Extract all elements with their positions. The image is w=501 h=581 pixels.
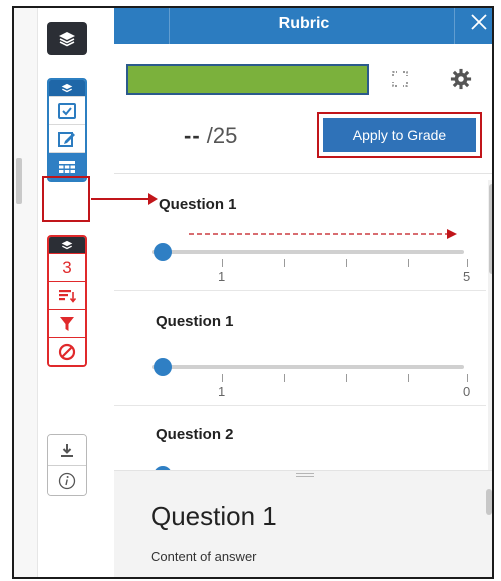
score-slider-track[interactable] xyxy=(152,250,464,254)
count-value: 3 xyxy=(62,257,72,277)
utility-tools-group xyxy=(47,434,87,496)
rubric-window: 3 Rubric -- /25 Apply to Grade Question … xyxy=(12,6,494,579)
info-icon xyxy=(58,472,76,489)
filter-tools-group: 3 xyxy=(47,235,87,367)
checklist-button[interactable] xyxy=(49,96,85,124)
clear-filter-button[interactable] xyxy=(49,337,85,365)
panel-title: Rubric xyxy=(278,15,330,32)
checkbox-icon xyxy=(58,102,76,119)
edit-button[interactable] xyxy=(49,124,85,152)
filter-icon xyxy=(60,316,74,331)
close-icon xyxy=(471,14,487,30)
filter-button[interactable] xyxy=(49,309,85,337)
slider-tick xyxy=(467,374,468,382)
question-title: Question 1 xyxy=(159,196,237,213)
question-title: Question 1 xyxy=(156,313,234,330)
score-slider-thumb[interactable] xyxy=(154,243,172,261)
slider-tick xyxy=(222,374,223,382)
grade-color-bar xyxy=(126,64,369,95)
sort-button[interactable] xyxy=(49,281,85,309)
apply-to-grade-button[interactable]: Apply to Grade xyxy=(323,118,476,152)
gear-icon[interactable] xyxy=(450,68,472,90)
edit-icon xyxy=(58,131,75,147)
detail-title: Question 1 xyxy=(151,501,277,531)
score-current: -- xyxy=(184,123,201,148)
score-total: /25 xyxy=(206,123,238,148)
download-icon xyxy=(61,444,73,457)
slider-tick xyxy=(284,374,285,382)
download-button[interactable] xyxy=(48,435,86,465)
score-slider-track[interactable] xyxy=(152,365,464,369)
left-panel-edge xyxy=(14,8,38,577)
resize-handle[interactable] xyxy=(296,473,314,477)
close-button[interactable] xyxy=(470,12,488,36)
slider-tick xyxy=(346,259,347,267)
question-title: Question 2 xyxy=(156,426,234,443)
group-header xyxy=(49,237,85,253)
slider-tick xyxy=(284,259,285,267)
slider-max-label: 5 xyxy=(463,269,471,284)
question-list-scrollbar-thumb[interactable] xyxy=(489,184,492,274)
resize-grip[interactable] xyxy=(16,158,22,204)
question-item: Question 2 xyxy=(114,406,486,470)
question-item: Question 1 1 5 xyxy=(114,174,486,291)
slider-tick xyxy=(408,374,409,382)
slider-tick xyxy=(467,259,468,267)
score-display: -- /25 xyxy=(184,123,237,149)
group-header xyxy=(49,80,85,96)
detail-content: Content of answer xyxy=(151,549,257,564)
slider-min-label: 1 xyxy=(218,384,226,399)
count-badge[interactable]: 3 xyxy=(49,253,85,281)
score-slider-thumb[interactable] xyxy=(154,358,172,376)
slider-tick xyxy=(408,259,409,267)
layers-icon xyxy=(61,83,73,92)
slider-tick xyxy=(346,374,347,382)
block-icon xyxy=(58,343,76,360)
grading-tools-group xyxy=(47,78,87,182)
slider-tick xyxy=(222,259,223,267)
rubric-button-highlight xyxy=(42,176,90,222)
annotation-dashed-arrow xyxy=(189,229,457,239)
info-button[interactable] xyxy=(48,465,86,495)
layers-icon xyxy=(61,240,73,249)
answer-detail-panel: Question 1 Content of answer xyxy=(114,470,492,577)
detail-scrollbar[interactable] xyxy=(486,489,492,515)
question-item: Question 1 1 0 xyxy=(114,291,486,406)
question-list: Question 1 1 5 Question 1 1 0 Question 2 xyxy=(114,174,486,470)
expand-icon[interactable] xyxy=(391,70,409,88)
grid-icon xyxy=(59,160,75,173)
layers-menu-button[interactable] xyxy=(47,22,87,55)
layers-icon xyxy=(59,31,75,46)
sort-icon xyxy=(59,289,76,303)
slider-min-label: 1 xyxy=(218,269,226,284)
rubric-header: Rubric xyxy=(114,8,492,44)
slider-max-label: 0 xyxy=(463,384,471,399)
